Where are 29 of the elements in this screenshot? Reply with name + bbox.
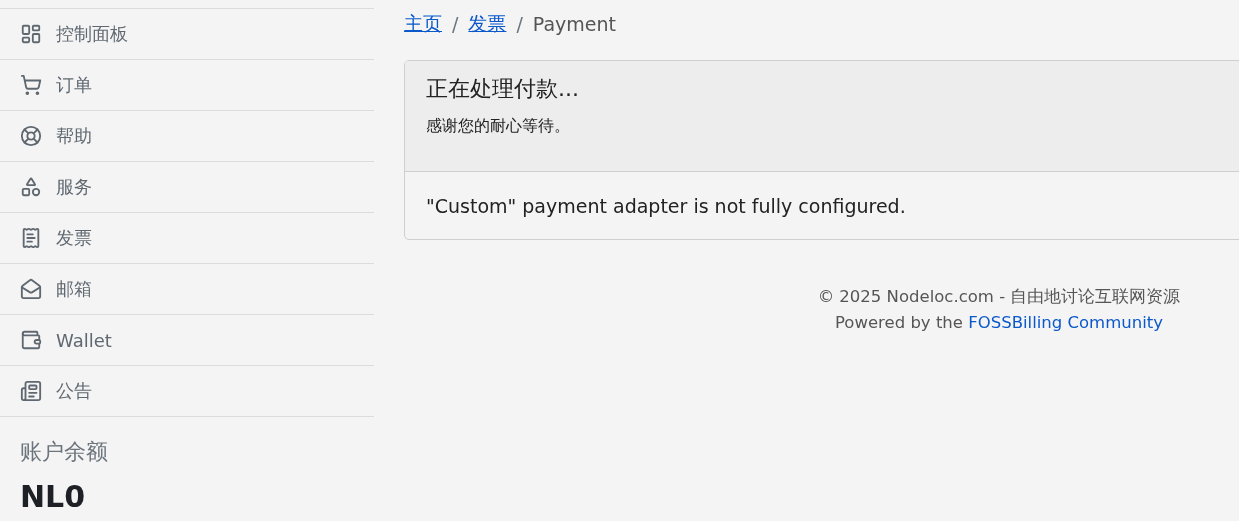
sidebar-item[interactable]: 邮箱	[0, 263, 374, 314]
breadcrumb-separator: /	[452, 13, 459, 35]
sidebar-item[interactable]: 订单	[0, 59, 374, 110]
fossbilling-link[interactable]: FOSSBilling Community	[968, 313, 1163, 332]
breadcrumb-separator: /	[516, 13, 523, 35]
powered-text: Powered by the	[835, 313, 963, 332]
sidebar-item[interactable]: 控制面板	[0, 8, 374, 59]
cart-icon	[20, 74, 42, 96]
receipt-icon	[20, 227, 42, 249]
lifebuoy-icon	[20, 125, 42, 147]
balance-title: 账户余额	[20, 438, 109, 466]
sidebar-item[interactable]: 帮助	[0, 110, 374, 161]
sidebar-item[interactable]: 发票	[0, 212, 374, 263]
wallet-icon	[20, 329, 42, 351]
shapes-icon	[20, 176, 42, 198]
card-title: 正在处理付款...	[426, 75, 580, 103]
sidebar-item[interactable]: Wallet	[0, 314, 374, 365]
breadcrumb-link[interactable]: 主页	[404, 11, 442, 37]
copyright-text: © 2025 Nodeloc.com - 自由地讨论互联网资源	[816, 286, 1182, 308]
balance-amount: NL0	[20, 479, 87, 514]
dashboard-icon	[20, 23, 42, 45]
breadcrumb-current: Payment	[532, 13, 616, 35]
sidebar-item[interactable]: 公告	[0, 365, 374, 416]
envelope-icon	[20, 278, 42, 300]
breadcrumb-link[interactable]: 发票	[468, 11, 507, 37]
newspaper-icon	[20, 380, 42, 402]
card-subtitle: 感谢您的耐心等待。	[426, 116, 571, 137]
error-message: "Custom" payment adapter is not fully configured.	[426, 195, 906, 217]
sidebar-item[interactable]: 服务	[0, 161, 374, 212]
